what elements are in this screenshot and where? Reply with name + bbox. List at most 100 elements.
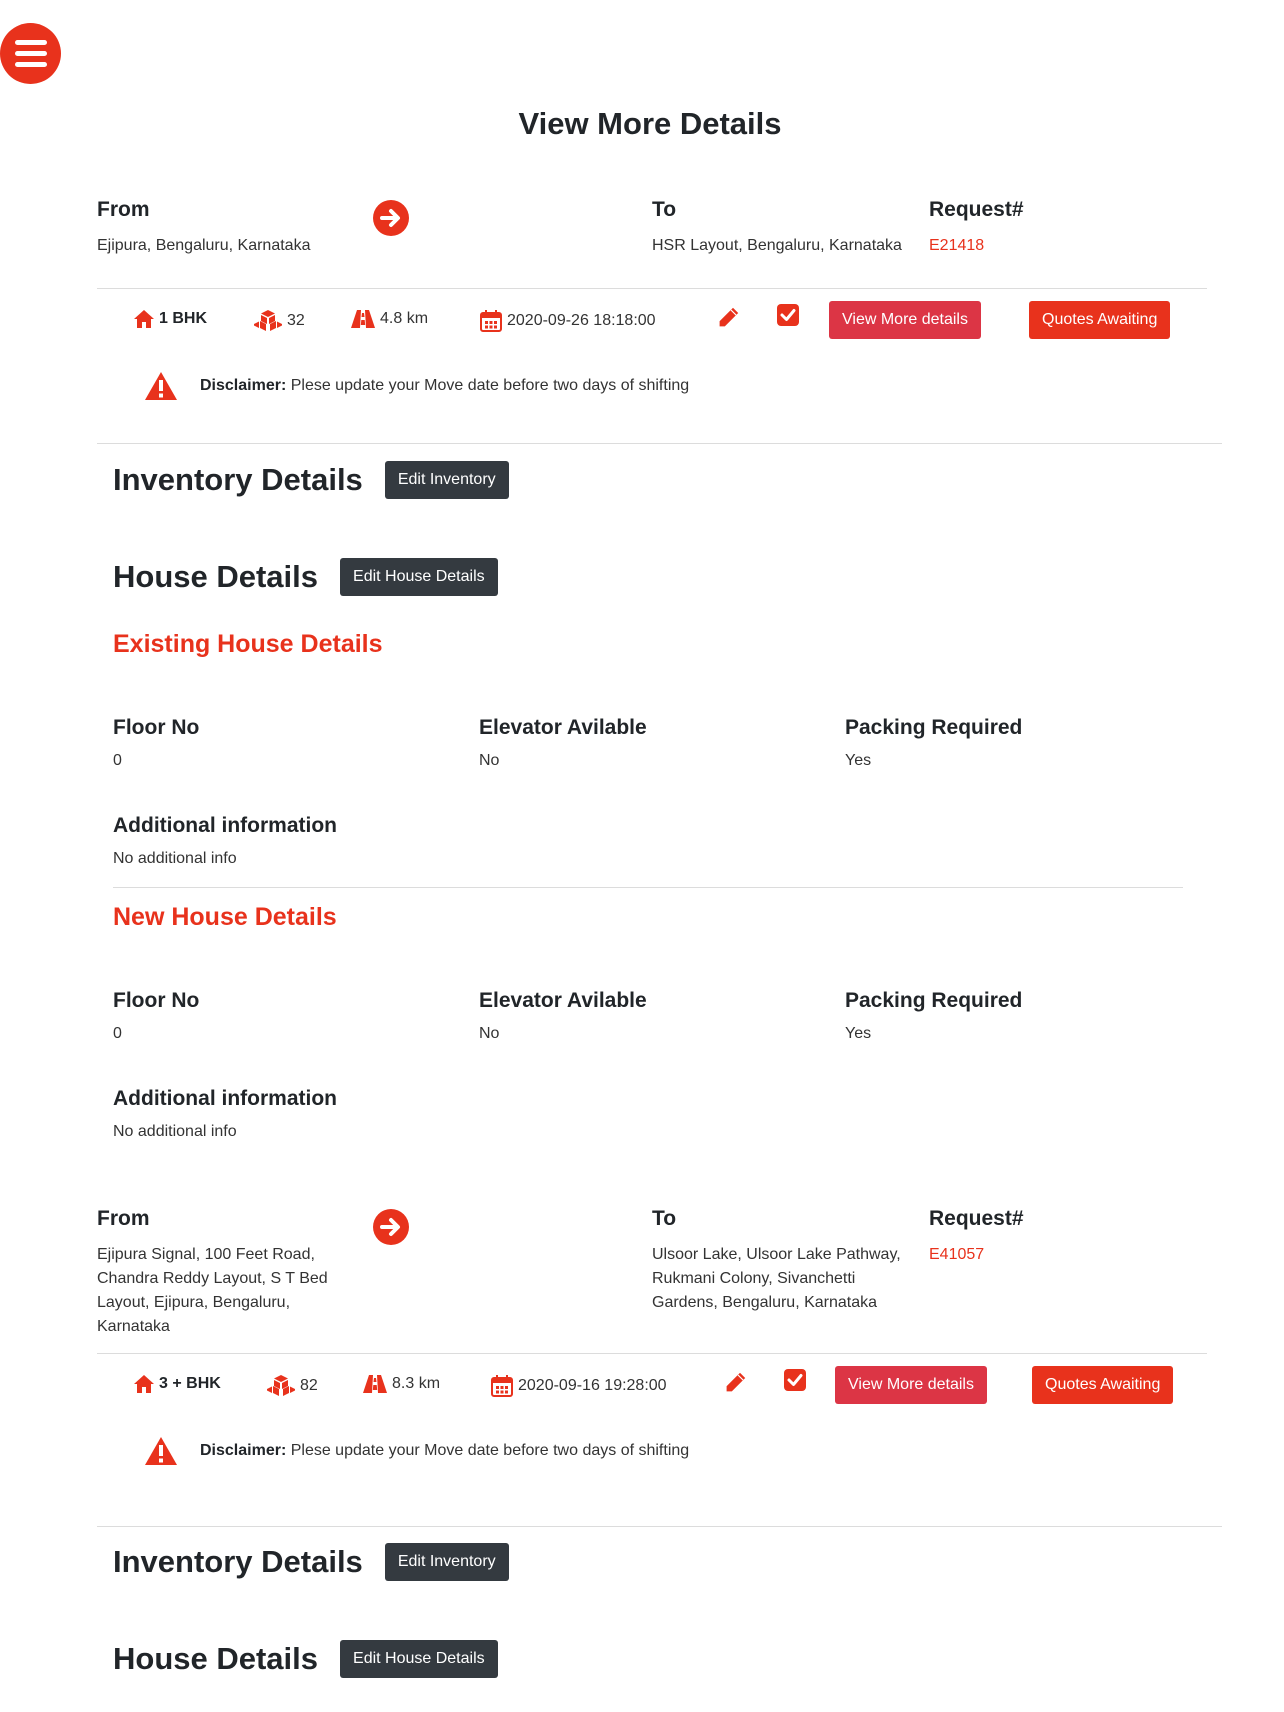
inventory-title: Inventory Details xyxy=(113,1544,363,1579)
items-info: 32 xyxy=(253,309,305,333)
new-house-title: New House Details xyxy=(113,903,337,931)
request-label: Request# xyxy=(929,198,1024,221)
checkbox-icon[interactable] xyxy=(776,303,800,327)
edit-house-details-button[interactable]: Edit House Details xyxy=(340,1640,498,1678)
from-label: From xyxy=(97,198,150,221)
house-title: House Details xyxy=(113,559,319,594)
additional-info-label: Additional information xyxy=(113,814,337,837)
disclaimer-text: Disclaimer: Plese update your Move date … xyxy=(200,1442,689,1460)
menu-icon-bar xyxy=(14,51,47,56)
from-address: Ejipura Signal, 100 Feet Road, Chandra R… xyxy=(97,1246,328,1335)
route-row: From Ejipura, Bengaluru, Karnataka To HS… xyxy=(97,198,1207,288)
checkbox-icon[interactable] xyxy=(783,1368,807,1392)
items-count: 32 xyxy=(287,312,305,329)
to-address: Ulsoor Lake, Ulsoor Lake Pathway, Rukman… xyxy=(652,1246,901,1311)
date-info: 2020-09-16 19:28:00 xyxy=(490,1374,667,1398)
floor-label: Floor No xyxy=(113,989,200,1012)
distance-info: 8.3 km xyxy=(362,1374,440,1394)
calendar-icon xyxy=(491,1375,513,1397)
road-icon xyxy=(351,310,375,328)
disclaimer: Disclaimer: Plese update your Move date … xyxy=(144,366,1207,406)
quotes-awaiting-button[interactable]: Quotes Awaiting xyxy=(1029,301,1171,339)
elevator-label: Elevator Avilable xyxy=(479,716,647,739)
pencil-icon[interactable] xyxy=(717,305,741,329)
request-card: From Ejipura Signal, 100 Feet Road, Chan… xyxy=(97,1207,1207,1471)
items-info: 82 xyxy=(266,1374,318,1398)
request-id: E41057 xyxy=(929,1246,985,1263)
distance-info: 4.8 km xyxy=(350,309,428,329)
house-divider xyxy=(113,887,1183,888)
new-house-fields: Floor No 0 Elevator Avilable No Packing Re… xyxy=(113,989,1211,1043)
distance-value: 8.3 km xyxy=(392,1375,441,1392)
house-header: House Details Edit House Details xyxy=(113,558,498,596)
additional-info-value: No additional info xyxy=(113,850,237,867)
new-house-info: Additional information No additional info xyxy=(113,1087,613,1141)
disclaimer-message: Plese update your Move date before two d… xyxy=(286,377,690,394)
additional-info-value: No additional info xyxy=(113,1123,237,1140)
to-label: To xyxy=(652,198,677,221)
floor-label: Floor No xyxy=(113,716,200,739)
additional-info-label: Additional information xyxy=(113,1087,337,1110)
request-id: E21418 xyxy=(929,237,985,254)
road-icon xyxy=(363,1375,387,1393)
floor-value: 0 xyxy=(113,752,122,769)
items-count: 82 xyxy=(300,1377,318,1394)
view-more-details-button[interactable]: View More details xyxy=(829,301,981,339)
request-label: Request# xyxy=(929,1207,1024,1230)
page-title: View More Details xyxy=(518,106,782,141)
packing-value: Yes xyxy=(845,1025,872,1042)
distance-value: 4.8 km xyxy=(380,310,429,327)
bhk-info: 1 BHK xyxy=(133,309,207,329)
menu-icon-bar xyxy=(14,40,47,45)
packing-label: Packing Required xyxy=(845,989,1023,1012)
existing-house-title: Existing House Details xyxy=(113,630,383,658)
calendar-icon xyxy=(480,310,502,332)
edit-inventory-button[interactable]: Edit Inventory xyxy=(384,1543,509,1581)
move-date: 2020-09-26 18:18:00 xyxy=(507,312,656,329)
move-date: 2020-09-16 19:28:00 xyxy=(518,1377,667,1394)
section-divider xyxy=(97,1526,1222,1527)
section-divider xyxy=(97,443,1222,444)
inventory-header: Inventory Details Edit Inventory xyxy=(113,1543,509,1581)
existing-house-fields: Floor No 0 Elevator Avilable No Packing Re… xyxy=(113,716,1211,770)
warning-icon xyxy=(145,372,177,400)
request-card: From Ejipura, Bengaluru, Karnataka To HS… xyxy=(97,198,1207,406)
inventory-title: Inventory Details xyxy=(113,462,363,497)
disclaimer-message: Plese update your Move date before two d… xyxy=(286,1442,690,1459)
date-info: 2020-09-26 18:18:00 xyxy=(479,309,656,333)
edit-inventory-button[interactable]: Edit Inventory xyxy=(384,461,509,499)
edit-house-details-button[interactable]: Edit House Details xyxy=(340,558,498,596)
elevator-value: No xyxy=(479,752,500,769)
view-more-details-button[interactable]: View More details xyxy=(835,1366,987,1404)
menu-icon-bar xyxy=(14,62,47,67)
floor-value: 0 xyxy=(113,1025,122,1042)
elevator-label: Elevator Avilable xyxy=(479,989,647,1012)
home-icon xyxy=(134,1375,154,1393)
warning-icon xyxy=(145,1437,177,1465)
menu-button[interactable] xyxy=(0,23,61,84)
elevator-value: No xyxy=(479,1025,500,1042)
packing-label: Packing Required xyxy=(845,716,1023,739)
to-address: HSR Layout, Bengaluru, Karnataka xyxy=(652,237,902,254)
bhk-value: 1 BHK xyxy=(159,310,208,327)
house-title: House Details xyxy=(113,1641,319,1676)
existing-house-info: Additional information No additional info xyxy=(113,814,613,868)
packing-value: Yes xyxy=(845,752,872,769)
from-label: From xyxy=(97,1207,150,1230)
boxes-icon xyxy=(254,310,282,331)
pencil-icon[interactable] xyxy=(724,1370,748,1394)
inventory-header: Inventory Details Edit Inventory xyxy=(113,461,509,499)
to-label: To xyxy=(652,1207,677,1230)
home-icon xyxy=(134,310,154,328)
route-row: From Ejipura Signal, 100 Feet Road, Chan… xyxy=(97,1207,1207,1353)
boxes-icon xyxy=(267,1375,295,1396)
arrow-right-circle-icon xyxy=(373,1209,409,1245)
quotes-awaiting-button[interactable]: Quotes Awaiting xyxy=(1032,1366,1174,1404)
bhk-info: 3 + BHK xyxy=(133,1374,221,1394)
arrow-right-circle-icon xyxy=(373,200,409,236)
disclaimer: Disclaimer: Plese update your Move date … xyxy=(144,1431,1207,1471)
bhk-value: 3 + BHK xyxy=(159,1375,221,1392)
house-header: House Details Edit House Details xyxy=(113,1640,498,1678)
disclaimer-text: Disclaimer: Plese update your Move date … xyxy=(200,377,689,395)
summary-strip: 1 BHK 32 4.8 km 2020-09-26 18:18:00 View… xyxy=(97,288,1207,360)
